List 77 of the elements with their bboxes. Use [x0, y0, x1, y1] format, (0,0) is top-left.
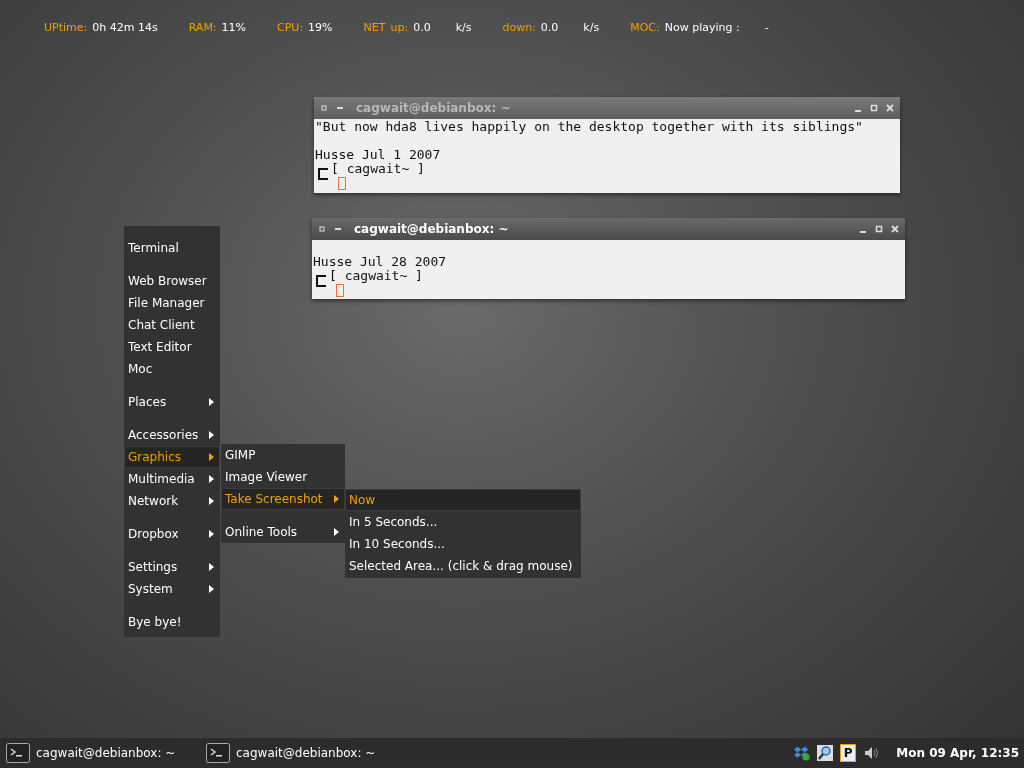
menu-item[interactable]: Network — [124, 490, 220, 512]
terminal-line: "But now hda8 lives happily on the desktop together with its siblings" — [315, 120, 864, 134]
menu-item[interactable]: Take Screenshot — [221, 488, 345, 510]
search-icon[interactable] — [817, 745, 834, 761]
submenu-arrow-icon — [209, 563, 214, 571]
monitor-value: Now playing : — [664, 21, 740, 34]
menu-item[interactable]: Terminal — [124, 237, 220, 259]
menu-item[interactable]: Chat Client — [124, 314, 220, 336]
menu-item[interactable]: System — [124, 578, 220, 600]
monitor-value: 19% — [308, 21, 333, 34]
clock: Mon 09 Apr, 12:35 — [896, 746, 1019, 760]
monitor-value: 0h 42m 14s — [92, 21, 158, 34]
terminal-line: Husse Jul 1 2007 — [315, 148, 442, 162]
monitor-value: 11% — [221, 21, 247, 34]
menu-item[interactable]: File Manager — [124, 292, 220, 314]
submenu-arrow-icon — [209, 585, 214, 593]
submenu-arrow-icon — [209, 431, 214, 439]
menu-item[interactable]: Selected Area... (click & drag mouse) — [345, 555, 581, 577]
menu-item[interactable]: Settings — [124, 556, 220, 578]
monitor-label: RAM: — [188, 21, 217, 34]
monitor-label: up: — [390, 21, 409, 34]
window-title: cagwait@debianbox: ~ — [354, 222, 509, 236]
monitor-value: 0.0 — [413, 21, 431, 34]
menu-item[interactable]: Bye bye! — [124, 611, 220, 633]
menu-item[interactable]: Text Editor — [124, 336, 220, 358]
monitor-label: down: — [502, 21, 536, 34]
prompt-corner-icon — [318, 168, 328, 180]
maximize-icon[interactable] — [875, 225, 883, 233]
text-cursor — [336, 284, 344, 297]
submenu-arrow-icon — [209, 497, 214, 505]
monitor-value: k/s — [583, 21, 600, 34]
close-icon[interactable] — [886, 104, 894, 112]
menu-item[interactable]: Places — [124, 391, 220, 413]
menu-item[interactable]: In 5 Seconds... — [345, 511, 581, 533]
menu-item[interactable]: GIMP — [221, 444, 345, 466]
volume-icon[interactable] — [863, 745, 880, 761]
terminal-icon — [206, 743, 230, 763]
menu-item[interactable]: Graphics — [124, 446, 220, 468]
window-menu-icon[interactable] — [320, 104, 328, 112]
monitor-value: k/s — [455, 21, 472, 34]
menu-item[interactable]: Web Browser — [124, 270, 220, 292]
menu-item[interactable]: Accessories — [124, 424, 220, 446]
menu-item[interactable]: In 10 Seconds... — [345, 533, 581, 555]
shade-icon[interactable] — [334, 225, 342, 233]
menu-item[interactable]: Now — [345, 489, 581, 511]
prompt-corner-icon — [316, 275, 326, 287]
shade-icon[interactable] — [336, 104, 344, 112]
monitor-label: NET — [363, 21, 386, 34]
monitor-value: 0.0 — [540, 21, 559, 34]
menu-item[interactable]: Image Viewer — [221, 466, 345, 488]
menu-item[interactable]: Online Tools — [221, 521, 345, 543]
submenu-arrow-icon — [334, 495, 339, 503]
monitor-label: UPtime: — [44, 21, 88, 34]
monitor-value: - — [764, 21, 769, 34]
close-icon[interactable] — [891, 225, 899, 233]
window-title: cagwait@debianbox: ~ — [356, 101, 511, 115]
text-cursor — [338, 177, 346, 190]
tray-app-icon[interactable]: P — [840, 744, 857, 762]
submenu-arrow-icon — [209, 398, 214, 406]
maximize-icon[interactable] — [870, 104, 878, 112]
submenu-arrow-icon — [334, 528, 339, 536]
submenu-arrow-icon — [209, 530, 214, 538]
submenu-arrow-icon — [209, 453, 214, 461]
submenu-arrow-icon — [209, 475, 214, 483]
window-menu-icon[interactable] — [318, 225, 326, 233]
monitor-label: CPU: — [277, 21, 304, 34]
terminal-icon — [6, 743, 30, 763]
dropbox-icon[interactable] — [794, 745, 811, 761]
menu-item[interactable]: Moc — [124, 358, 220, 380]
menu-item[interactable]: Dropbox — [124, 523, 220, 545]
taskbar-task[interactable]: cagwait@debianbox: ~ — [200, 743, 400, 763]
menu-item[interactable]: Multimedia — [124, 468, 220, 490]
terminal-prompt: [ cagwait~ ] — [331, 162, 425, 176]
monitor-label: MOC: — [630, 21, 660, 34]
taskbar-task[interactable]: cagwait@debianbox: ~ — [0, 743, 200, 763]
terminal-prompt: [ cagwait~ ] — [329, 269, 423, 283]
terminal-line: Husse Jul 28 2007 — [313, 255, 448, 269]
